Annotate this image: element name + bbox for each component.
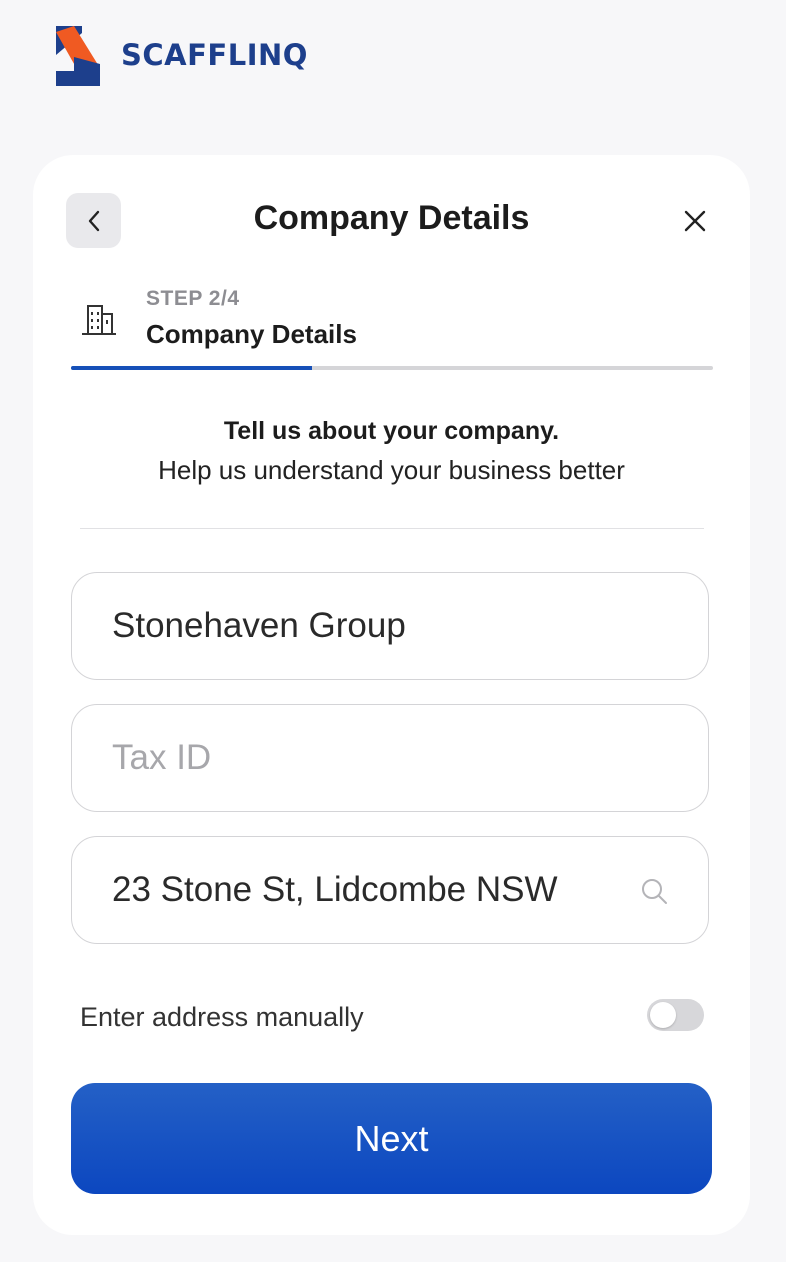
- company-name-input[interactable]: [72, 573, 632, 679]
- tax-id-field-wrapper: [71, 704, 709, 812]
- company-name-field-wrapper: [71, 572, 709, 680]
- step-number: STEP 2/4: [146, 287, 240, 310]
- brand-logo: SCAFFLINQ: [56, 26, 308, 86]
- manual-address-label: Enter address manually: [80, 1002, 364, 1032]
- close-button[interactable]: [681, 207, 709, 235]
- intro-subheading: Help us understand your business better: [158, 455, 625, 485]
- manual-address-toggle[interactable]: [647, 999, 704, 1031]
- search-icon[interactable]: [640, 877, 668, 905]
- close-icon: [684, 210, 706, 232]
- step-progress-bar: [71, 366, 713, 370]
- brand-name: SCAFFLINQ: [121, 37, 308, 72]
- address-field-wrapper: [71, 836, 709, 944]
- company-details-card: Company Details STEP 2/4 Company Details…: [33, 155, 750, 1235]
- step-name: Company Details: [146, 319, 357, 349]
- next-button[interactable]: Next: [71, 1083, 712, 1194]
- divider: [80, 528, 704, 529]
- toggle-knob: [650, 1002, 676, 1028]
- scafflinq-logo-icon: [56, 26, 100, 86]
- manual-address-row: Enter address manually: [80, 997, 704, 1037]
- page-title: Company Details: [253, 199, 530, 237]
- intro-heading: Tell us about your company.: [223, 417, 560, 445]
- step-progress-fill: [71, 366, 312, 370]
- address-input[interactable]: [72, 837, 632, 943]
- building-icon: [82, 305, 116, 335]
- tax-id-input[interactable]: [72, 705, 632, 811]
